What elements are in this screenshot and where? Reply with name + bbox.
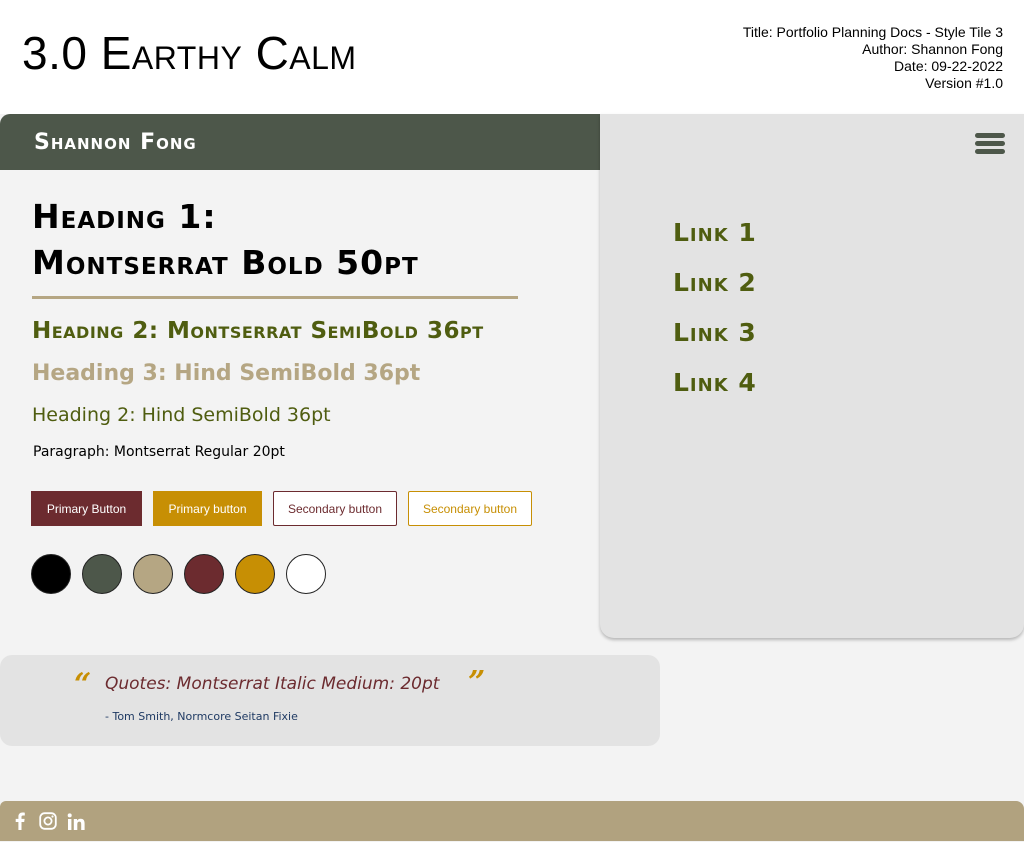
secondary-button-maroon[interactable]: Secondary button	[273, 491, 397, 526]
open-quote-mark: “	[74, 667, 92, 702]
heading-divider	[32, 296, 518, 299]
nav-drawer	[600, 114, 1024, 638]
swatch-tan	[133, 554, 173, 594]
meta-author: Author: Shannon Fong	[862, 41, 1003, 57]
meta-version: Version #1.0	[925, 75, 1003, 91]
site-logo-text[interactable]: Shannon Fong	[34, 130, 197, 155]
close-quote-mark: ”	[468, 665, 486, 700]
hamburger-menu-icon[interactable]	[975, 133, 1005, 154]
heading-2-sample: Heading 2: Montserrat SemiBold 36pt	[32, 318, 484, 344]
nav-link-4[interactable]: Link 4	[673, 368, 757, 397]
quote-card	[0, 655, 660, 746]
paragraph-sample: Paragraph: Montserrat Regular 20pt	[33, 444, 285, 460]
swatch-black	[31, 554, 71, 594]
tile-meta: Title: Portfolio Planning Docs - Style T…	[743, 24, 1003, 92]
primary-button-maroon[interactable]: Primary Button	[31, 491, 142, 526]
site-footer	[0, 801, 1024, 841]
swatch-dark-green	[82, 554, 122, 594]
primary-button-mustard[interactable]: Primary button	[153, 491, 262, 526]
quote-text: Quotes: Montserrat Italic Medium: 20pt	[105, 674, 440, 694]
heading-1-line-2: Montserrat Bold 50pt	[32, 243, 419, 282]
meta-title: Title: Portfolio Planning Docs - Style T…	[742, 24, 1003, 40]
swatch-mustard	[235, 554, 275, 594]
swatch-white	[286, 554, 326, 594]
swatch-maroon	[184, 554, 224, 594]
secondary-button-mustard[interactable]: Secondary button	[408, 491, 532, 526]
tile-title: 3.0 Earthy Calm	[22, 27, 357, 79]
instagram-icon[interactable]	[38, 811, 58, 831]
nav-link-1[interactable]: Link 1	[673, 218, 757, 247]
heading-1-line-1: Heading 1:	[32, 197, 217, 236]
heading-3-sample: Heading 3: Hind SemiBold 36pt	[32, 361, 421, 386]
facebook-icon[interactable]	[10, 811, 30, 831]
quote-author: - Tom Smith, Normcore Seitan Fixie	[105, 710, 298, 723]
heading-2-alt-sample: Heading 2: Hind SemiBold 36pt	[32, 404, 331, 426]
linkedin-icon[interactable]	[66, 811, 86, 831]
heading-1-sample: Heading 1: Montserrat Bold 50pt	[32, 194, 419, 286]
nav-link-3[interactable]: Link 3	[673, 318, 757, 347]
meta-date: Date: 09-22-2022	[894, 58, 1003, 74]
nav-link-2[interactable]: Link 2	[673, 268, 757, 297]
